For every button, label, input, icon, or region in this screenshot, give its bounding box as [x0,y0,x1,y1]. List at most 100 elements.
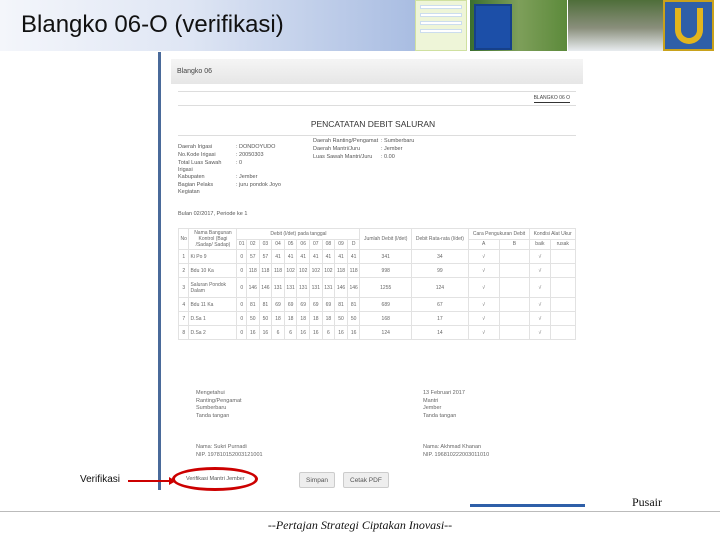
row-value: 118 [346,263,361,278]
info-row: Luas Sawah Mantri/Juru : 0.00 [313,154,463,162]
signature-line: Tanda tangan [423,412,457,419]
info-row: Daerah Mantri/Juru : Jember [313,146,463,154]
row-b [498,263,531,278]
gate-photo [470,0,567,51]
save-button[interactable]: Simpan [299,472,336,488]
row-total: 998 [359,263,412,278]
row-good: √ [529,325,551,340]
row-avg: 67 [411,297,469,312]
row-a: √ [467,297,500,312]
row-value: 0 [236,311,247,326]
signature-line: Tanda tangan [196,412,230,419]
row-value: 16 [309,325,323,340]
info-label: Luas Sawah Mantri/Juru [313,154,373,160]
row-no: 3 [177,277,190,298]
row-a: √ [467,263,500,278]
col-day: 08 [321,238,336,250]
col-name: Nama Bangunan Kontrol (Bagi /Sadap/ Sada… [188,228,238,250]
row-avg: 34 [411,249,469,264]
pu-logo [663,0,714,51]
row-value: 0 [236,277,247,298]
info-value: : juru pondok Joyo [236,182,281,188]
row-value: 18 [271,311,285,326]
row-value: 131 [271,277,285,298]
annotation-label: Verifikasi [80,474,121,485]
info-label: Daerah Irigasi [178,144,213,150]
row-value: 16 [334,325,348,340]
row-value: 0 [236,325,247,340]
row-value: 18 [309,311,323,326]
info-row: No.Kode Irigasi: 20050303 [178,152,308,160]
row-avg: 124 [411,277,469,298]
weir-photo [568,0,663,51]
row-no: 7 [177,311,190,326]
row-value: 16 [346,325,361,340]
info-label: No.Kode Irigasi [178,152,216,158]
row-b [498,325,531,340]
row-value: 118 [271,263,285,278]
info-right: Daerah Ranting/Pengamat: Sumberbaru Daera… [313,138,463,162]
row-value: 18 [283,311,298,326]
row-no: 4 [177,297,190,312]
row-a: √ [467,277,500,298]
info-row: Bagian Pelaks Kegiatan : juru pondok Joyo [178,182,308,196]
signature-line: 13 Februari 2017 [423,390,465,396]
row-bad [549,263,577,278]
row-good: √ [529,249,551,264]
row-a: √ [467,325,500,340]
info-label: Bagian Pelaks Kegiatan [178,182,214,195]
row-total: 689 [359,297,412,312]
tab-blangko-06-o[interactable]: BLANGKO 06 O [533,95,570,103]
row-avg: 99 [411,263,469,278]
col-cond: Kondisi Alat Ukur [529,228,576,240]
info-value: : 0.00 [381,154,395,160]
signature-right: 13 Februari 2017 Mantri Jember Tanda tangan [423,390,465,420]
signature-line: Mantri [423,397,439,404]
col-b: B [498,238,531,250]
col-day: 01 [236,238,247,250]
row-value: 50 [245,311,260,326]
row-b [498,277,531,298]
info-value: : Sumberbaru [381,138,415,144]
col-bad: rusak [549,238,577,250]
row-value: 81 [245,297,260,312]
row-name: D.Sa 2 [188,325,238,340]
info-row: Daerah Irigasi: DONDOYUDO [178,144,308,152]
row-value: 41 [321,249,336,264]
row-value: 6 [321,325,336,340]
signature-line: Ranting/Pengamat [196,397,242,404]
print-pdf-button[interactable]: Cetak PDF [343,472,389,488]
row-value: 0 [236,297,247,312]
login-thumbnail [415,0,467,51]
info-value: : Jember [381,146,403,152]
col-day: 07 [309,238,323,250]
row-value: 41 [296,249,311,264]
row-value: 69 [283,297,298,312]
signature-line: Mengetahui [196,390,225,396]
highlight-ellipse [172,467,258,491]
row-value: 102 [283,263,298,278]
slide-title: Blangko 06-O (verifikasi) [21,11,284,38]
row-name: Ki Po 9 [188,249,238,264]
row-value: 57 [258,249,273,264]
row-value: 69 [321,297,336,312]
info-value: : Jember [236,174,258,180]
info-label: Daerah Mantri/Juru [313,146,361,152]
row-value: 0 [236,249,247,264]
col-day: 02 [245,238,260,250]
row-value: 41 [271,249,285,264]
row-avg: 14 [411,325,469,340]
row-value: 118 [334,263,348,278]
row-bad [549,297,577,312]
table-row: 8 D.Sa 2 0 16 16 6 6 16 16 6 16 16 124 14 √ √ [177,325,577,340]
app-screenshot: Blangko 06 BLANGKO 06 O PENCATATAN DEBIT… [158,52,583,490]
signature-right-name: Nama: Akhmad Khanan NIP. 1968102220030110… [423,444,490,458]
row-value: 50 [334,311,348,326]
row-name: Saluran Pondok Dalam [188,277,238,298]
col-good: baik [529,238,551,250]
col-avg: Debit Rata-rata (l/det) [411,228,469,250]
row-bad [549,325,577,340]
info-label: Kabupaten [178,174,205,180]
signature-line: Sumberbaru [196,405,227,411]
row-value: 81 [334,297,348,312]
